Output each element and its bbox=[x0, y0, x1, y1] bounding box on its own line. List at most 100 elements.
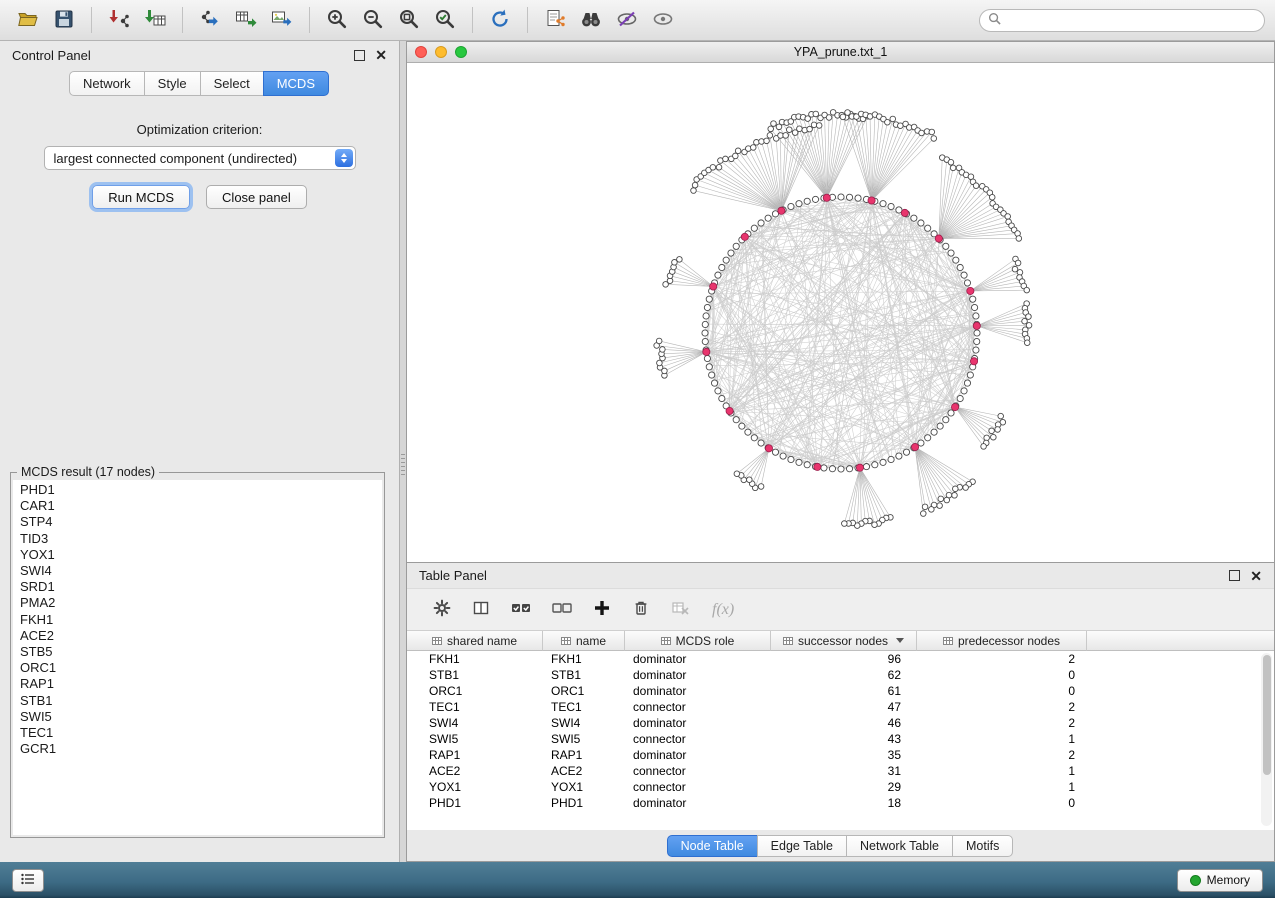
criterion-dropdown[interactable]: largest connected component (undirected) bbox=[44, 146, 356, 170]
find-button[interactable] bbox=[573, 4, 609, 36]
mcds-result-item[interactable]: STP4 bbox=[20, 514, 382, 530]
float-panel-icon[interactable] bbox=[354, 50, 365, 61]
memory-button[interactable]: Memory bbox=[1177, 869, 1263, 892]
table-header-row: shared name name MCDS role successor nod… bbox=[407, 631, 1274, 651]
tab-node-table[interactable]: Node Table bbox=[667, 835, 758, 857]
export-image-button[interactable] bbox=[264, 4, 300, 36]
tab-motifs[interactable]: Motifs bbox=[952, 835, 1013, 857]
list-menu-icon bbox=[21, 873, 35, 888]
hide-details-button[interactable] bbox=[609, 4, 645, 36]
save-session-button[interactable] bbox=[46, 4, 82, 36]
save-floppy-icon bbox=[53, 8, 75, 33]
float-panel-icon[interactable] bbox=[1229, 570, 1240, 581]
column-header-successor-nodes[interactable]: successor nodes bbox=[771, 631, 917, 651]
column-header-name[interactable]: name bbox=[543, 631, 625, 651]
mcds-result-item[interactable]: FKH1 bbox=[20, 612, 382, 628]
zoom-in-button[interactable] bbox=[319, 4, 355, 36]
table-row[interactable]: SWI5SWI5connector431 bbox=[407, 731, 1274, 747]
search-input[interactable] bbox=[1001, 13, 1256, 27]
mcds-result-item[interactable]: ORC1 bbox=[20, 660, 382, 676]
control-panel: Control Panel ✕ Network Style Select MCD… bbox=[0, 41, 400, 862]
mcds-result-item[interactable]: YOX1 bbox=[20, 547, 382, 563]
deselect-all-button[interactable] bbox=[552, 599, 572, 620]
mcds-result-item[interactable]: ACE2 bbox=[20, 628, 382, 644]
open-folder-icon bbox=[17, 8, 39, 33]
tab-style[interactable]: Style bbox=[144, 71, 201, 96]
select-all-button[interactable] bbox=[511, 599, 531, 620]
table-row[interactable]: RAP1RAP1dominator352 bbox=[407, 747, 1274, 763]
table-row[interactable]: FKH1FKH1dominator962 bbox=[407, 651, 1274, 667]
mcds-result-item[interactable]: PMA2 bbox=[20, 595, 382, 611]
close-panel-icon[interactable]: ✕ bbox=[1250, 569, 1262, 583]
mcds-result-item[interactable]: RAP1 bbox=[20, 676, 382, 692]
import-network-button[interactable] bbox=[101, 4, 137, 36]
add-column-button[interactable] bbox=[593, 599, 611, 620]
zoom-out-button[interactable] bbox=[355, 4, 391, 36]
network-titlebar: YPA_prune.txt_1 bbox=[407, 42, 1274, 63]
table-settings-button[interactable] bbox=[433, 599, 451, 620]
optimization-criterion-label: Optimization criterion: bbox=[0, 122, 399, 137]
splitter-grip-icon bbox=[401, 451, 405, 477]
zoom-fit-button[interactable] bbox=[391, 4, 427, 36]
zoom-fit-icon bbox=[398, 8, 420, 33]
mcds-result-list[interactable]: PHD1 CAR1 STP4 TID3 YOX1 SWI4 SRD1 PMA2 … bbox=[13, 480, 382, 835]
close-panel-button[interactable]: Close panel bbox=[206, 185, 307, 209]
table-row[interactable]: TEC1TEC1connector472 bbox=[407, 699, 1274, 715]
mcds-result-item[interactable]: PHD1 bbox=[20, 482, 382, 498]
close-panel-icon[interactable]: ✕ bbox=[375, 48, 387, 62]
mcds-result-item[interactable]: SWI5 bbox=[20, 709, 382, 725]
table-panel-title: Table Panel bbox=[419, 568, 487, 583]
show-columns-button[interactable] bbox=[472, 599, 490, 620]
table-row[interactable]: SWI4SWI4dominator462 bbox=[407, 715, 1274, 731]
eye-icon bbox=[652, 8, 674, 33]
column-header-predecessor-nodes[interactable]: predecessor nodes bbox=[917, 631, 1087, 651]
tab-mcds[interactable]: MCDS bbox=[263, 71, 329, 96]
table-row[interactable]: YOX1YOX1connector291 bbox=[407, 779, 1274, 795]
search-box[interactable] bbox=[979, 9, 1265, 32]
table-row[interactable]: ACE2ACE2connector311 bbox=[407, 763, 1274, 779]
export-document-button[interactable] bbox=[537, 4, 573, 36]
tab-edge-table[interactable]: Edge Table bbox=[757, 835, 847, 857]
table-row[interactable]: STB1STB1dominator620 bbox=[407, 667, 1274, 683]
right-region: YPA_prune.txt_1 Table Panel ✕ bbox=[406, 41, 1275, 862]
column-grid-icon bbox=[561, 636, 571, 646]
table-toolbar: f(x) bbox=[407, 588, 1274, 631]
mcds-result-item[interactable]: TEC1 bbox=[20, 725, 382, 741]
panel-menu-button[interactable] bbox=[12, 869, 44, 892]
open-session-button[interactable] bbox=[10, 4, 46, 36]
application-window: Control Panel ✕ Network Style Select MCD… bbox=[0, 0, 1275, 898]
table-scrollbar[interactable] bbox=[1261, 653, 1272, 826]
mcds-result-item[interactable]: CAR1 bbox=[20, 498, 382, 514]
export-network-button[interactable] bbox=[192, 4, 228, 36]
refresh-view-button[interactable] bbox=[482, 4, 518, 36]
zoom-out-icon bbox=[362, 8, 384, 33]
toolbar-separator bbox=[472, 7, 473, 33]
import-table-button[interactable] bbox=[137, 4, 173, 36]
mcds-result-item[interactable]: STB1 bbox=[20, 693, 382, 709]
zoom-selected-button[interactable] bbox=[427, 4, 463, 36]
zoom-in-icon bbox=[326, 8, 348, 33]
tab-select[interactable]: Select bbox=[200, 71, 264, 96]
tab-network[interactable]: Network bbox=[69, 71, 145, 96]
table-tabs: Node Table Edge Table Network Table Moti… bbox=[407, 830, 1274, 861]
import-table-icon bbox=[144, 8, 166, 33]
table-row[interactable]: ORC1ORC1dominator610 bbox=[407, 683, 1274, 699]
run-mcds-button[interactable]: Run MCDS bbox=[92, 185, 190, 209]
column-header-filler bbox=[1087, 631, 1274, 651]
mcds-result-item[interactable]: SRD1 bbox=[20, 579, 382, 595]
network-canvas[interactable] bbox=[407, 63, 1274, 563]
show-details-button[interactable] bbox=[645, 4, 681, 36]
mcds-result-title: MCDS result (17 nodes) bbox=[17, 465, 159, 479]
export-table-button[interactable] bbox=[228, 4, 264, 36]
delete-column-button[interactable] bbox=[632, 599, 650, 620]
mcds-result-item[interactable]: GCR1 bbox=[20, 741, 382, 757]
table-row[interactable]: PHD1PHD1dominator180 bbox=[407, 795, 1274, 811]
scrollbar-thumb[interactable] bbox=[1263, 655, 1271, 775]
mcds-result-item[interactable]: STB5 bbox=[20, 644, 382, 660]
mcds-result-item[interactable]: TID3 bbox=[20, 531, 382, 547]
status-bar: Memory bbox=[0, 862, 1275, 898]
tab-network-table[interactable]: Network Table bbox=[846, 835, 953, 857]
column-header-mcds-role[interactable]: MCDS role bbox=[625, 631, 771, 651]
column-header-shared-name[interactable]: shared name bbox=[407, 631, 543, 651]
mcds-result-item[interactable]: SWI4 bbox=[20, 563, 382, 579]
